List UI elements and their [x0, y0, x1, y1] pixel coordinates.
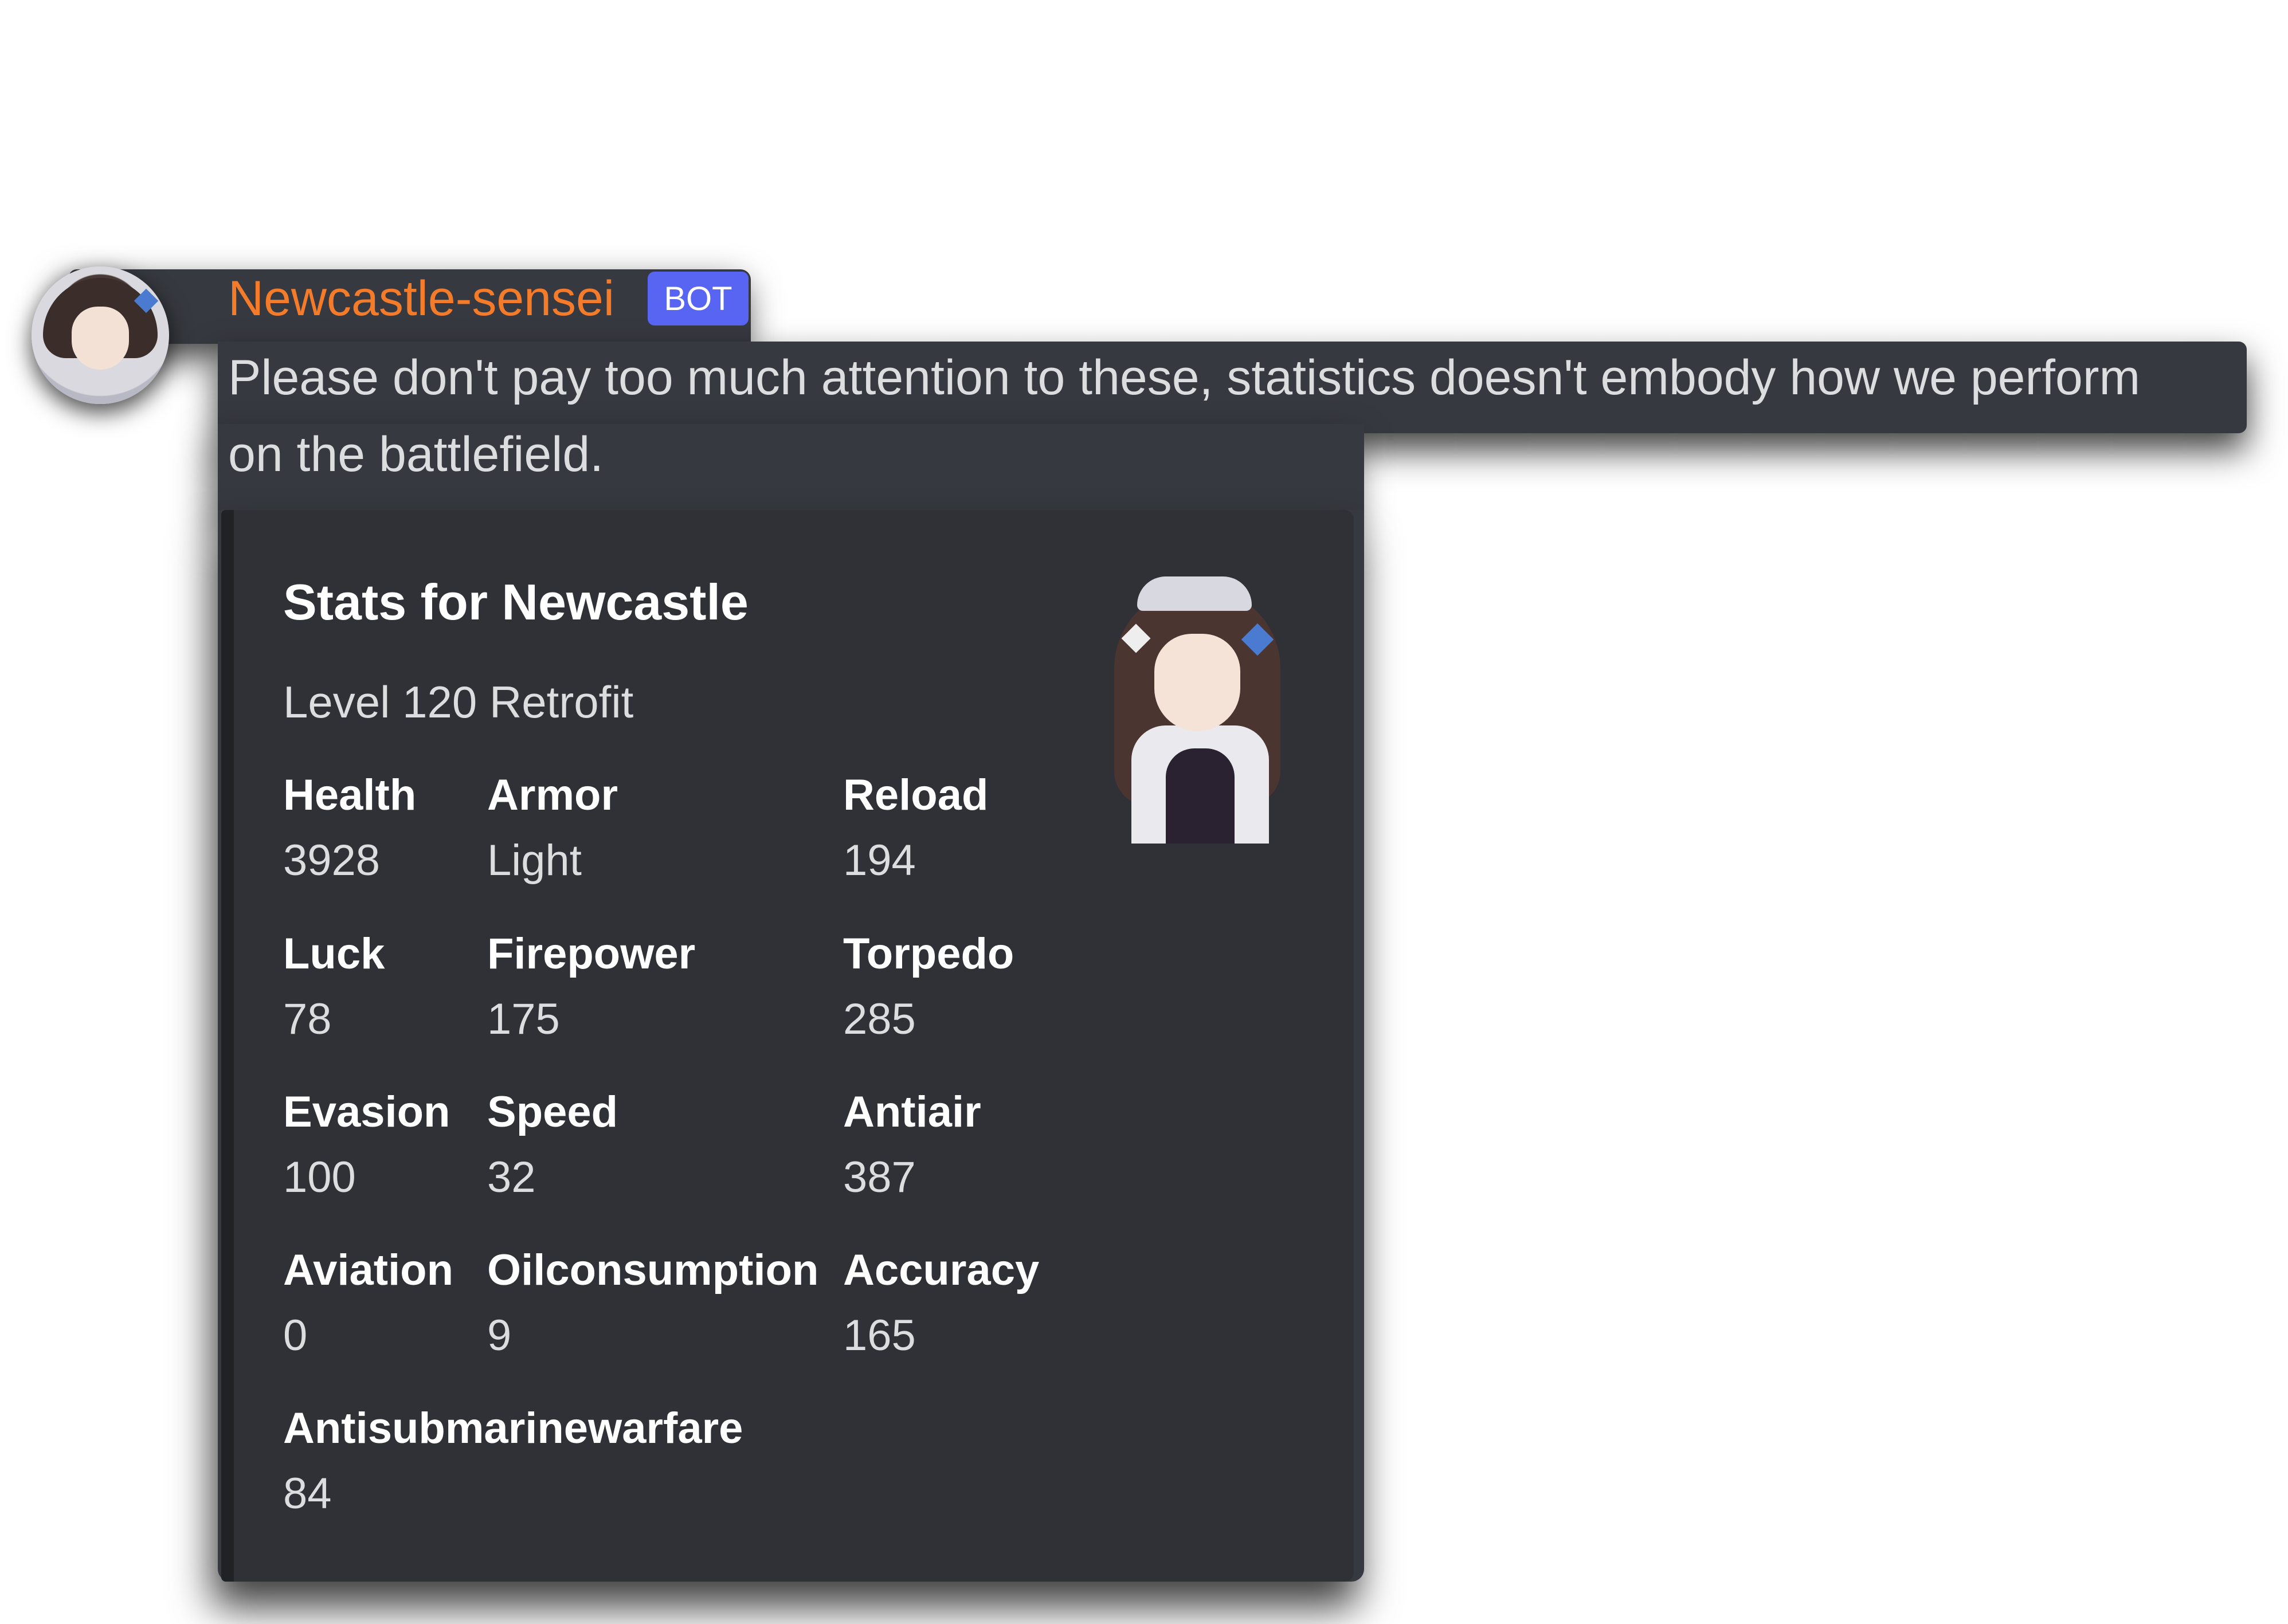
stats-embed: Stats for Newcastle Level 120 Retrofit H… — [221, 510, 1354, 1582]
field-firepower: Firepower 175 — [487, 932, 695, 1041]
field-reload: Reload 194 — [843, 774, 988, 882]
field-value: 387 — [843, 1153, 916, 1202]
field-name: Accuracy — [843, 1246, 1040, 1295]
embed-accent-bar — [221, 510, 234, 1582]
field-antisubmarinewarfare: Antisubmarinewarfare 84 — [283, 1407, 743, 1516]
field-luck: Luck 78 — [283, 932, 385, 1041]
field-oilconsumption: Oilconsumption 9 — [487, 1249, 818, 1358]
field-value: 3928 — [283, 836, 381, 885]
field-value: 84 — [283, 1469, 332, 1518]
avatar-face — [72, 307, 129, 370]
embed-thumbnail[interactable] — [1091, 565, 1299, 844]
thumbnail-headpiece — [1137, 576, 1252, 611]
field-name: Luck — [283, 929, 385, 978]
field-value: 78 — [283, 995, 332, 1044]
field-name: Antiair — [843, 1088, 981, 1136]
embed-description: Level 120 Retrofit — [283, 677, 634, 727]
field-name: Firepower — [487, 929, 696, 978]
field-value: 9 — [487, 1311, 512, 1360]
field-name: Armor — [487, 771, 618, 819]
field-name: Speed — [487, 1088, 618, 1136]
field-speed: Speed 32 — [487, 1090, 618, 1199]
field-value: 175 — [487, 995, 560, 1044]
field-name: Health — [283, 771, 417, 819]
field-name: Oilconsumption — [487, 1246, 819, 1295]
bot-tag: BOT — [648, 272, 749, 325]
field-accuracy: Accuracy 165 — [843, 1249, 1039, 1358]
field-name: Reload — [843, 771, 989, 819]
field-name: Aviation — [283, 1246, 453, 1295]
field-value: 0 — [283, 1311, 308, 1360]
field-torpedo: Torpedo 285 — [843, 932, 1014, 1041]
field-name: Torpedo — [843, 929, 1014, 978]
thumbnail-face — [1154, 634, 1240, 731]
field-value: 194 — [843, 836, 916, 885]
field-value: Light — [487, 836, 582, 885]
field-value: 100 — [283, 1153, 356, 1202]
field-name: Antisubmarinewarfare — [283, 1404, 743, 1453]
author-username[interactable]: Newcastle-sensei — [228, 270, 614, 327]
field-value: 285 — [843, 995, 916, 1044]
field-health: Health 3928 — [283, 774, 416, 882]
message-text-line2: on the battlefield. — [228, 427, 604, 482]
message-text-line1: Please don't pay too much attention to t… — [228, 350, 2141, 405]
field-armor: Armor Light — [487, 774, 618, 882]
thumbnail-dress — [1166, 748, 1235, 844]
field-antiair: Antiair 387 — [843, 1090, 981, 1199]
field-value: 165 — [843, 1311, 916, 1360]
embed-title: Stats for Newcastle — [283, 574, 749, 630]
field-value: 32 — [487, 1153, 536, 1202]
field-evasion: Evasion 100 — [283, 1090, 450, 1199]
field-aviation: Aviation 0 — [283, 1249, 453, 1358]
avatar[interactable] — [32, 266, 169, 404]
field-name: Evasion — [283, 1088, 450, 1136]
